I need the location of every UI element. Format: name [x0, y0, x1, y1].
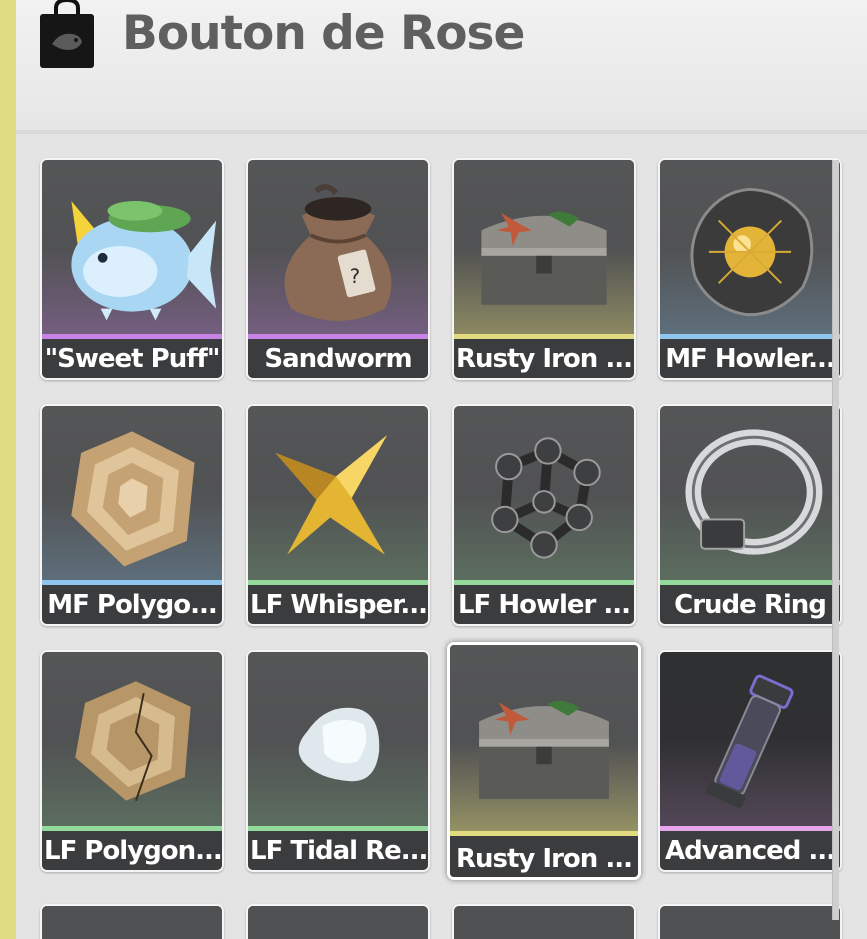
item-name: "Sweet Puff" — [42, 339, 222, 378]
item-card[interactable]: Advanced ... — [658, 650, 842, 872]
item-name: Rusty Iron ... — [454, 339, 634, 378]
item-card[interactable] — [40, 904, 224, 939]
cracked-polygon-core-icon — [75, 681, 191, 801]
item-name: LF Whisper... — [248, 585, 428, 624]
item-grid: "Sweet Puff" ? Sandworm Rusty Iron ... M… — [40, 158, 844, 939]
sack-icon: ? — [284, 183, 392, 321]
item-card[interactable] — [246, 904, 430, 939]
tidal-crystal-icon — [298, 707, 380, 782]
item-name: LF Tidal Re... — [248, 831, 428, 870]
item-name: Rusty Iron ... — [450, 836, 638, 877]
ring-icon — [685, 429, 823, 555]
item-card[interactable]: "Sweet Puff" — [40, 158, 224, 380]
item-card[interactable]: ? Sandworm — [246, 158, 430, 380]
accent-bar — [0, 0, 16, 939]
item-card-selected[interactable]: Rusty Iron ... — [447, 642, 641, 880]
shopping-bag-icon — [40, 0, 94, 68]
item-card[interactable] — [452, 904, 636, 939]
item-name: Sandworm — [248, 339, 428, 378]
item-card[interactable]: LF Tidal Re... — [246, 650, 430, 872]
item-card[interactable]: Rusty Iron ... — [452, 158, 636, 380]
treasure-chest-icon — [479, 701, 609, 800]
item-card[interactable]: Crude Ring — [658, 404, 842, 626]
item-name: MF Howler... — [660, 339, 840, 378]
item-name: Crude Ring — [660, 585, 840, 624]
item-card[interactable]: MF Howler... — [658, 158, 842, 380]
svg-text:?: ? — [350, 265, 360, 288]
item-card[interactable]: LF Howler ... — [452, 404, 636, 626]
item-name: LF Howler ... — [454, 585, 634, 624]
page-title: Bouton de Rose — [122, 6, 525, 61]
treasure-chest-icon — [481, 211, 607, 305]
item-name: LF Polygon... — [42, 831, 222, 870]
item-panel: "Sweet Puff" ? Sandworm Rusty Iron ... M… — [16, 134, 867, 939]
item-name: MF Polygo... — [42, 585, 222, 624]
gold-orb-core-icon — [690, 187, 814, 317]
vial-icon — [706, 674, 794, 808]
item-name: Advanced ... — [660, 831, 840, 870]
item-card[interactable]: LF Polygon... — [40, 650, 224, 872]
polygon-core-icon — [71, 431, 195, 567]
pufferfish-icon — [71, 201, 217, 321]
scrollbar[interactable] — [832, 160, 839, 920]
item-card[interactable] — [658, 904, 842, 939]
molecule-core-icon — [491, 437, 601, 559]
header: Bouton de Rose — [16, 0, 867, 134]
item-card[interactable]: LF Whisper... — [246, 404, 430, 626]
gold-star-core-icon — [275, 435, 387, 555]
item-card[interactable]: MF Polygo... — [40, 404, 224, 626]
